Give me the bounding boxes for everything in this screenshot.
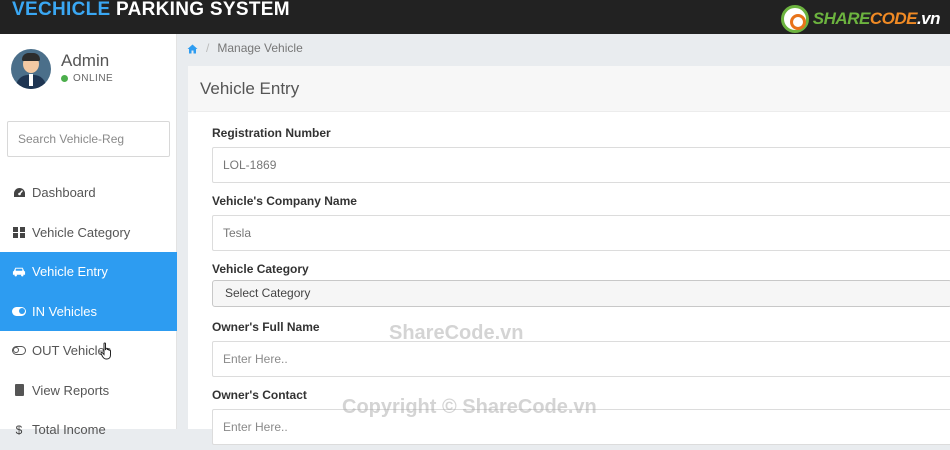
user-status: ONLINE [61, 73, 113, 84]
sidebar-item-label: IN Vehicles [32, 303, 98, 319]
dashboard-icon [12, 186, 26, 200]
registration-group: Registration Number [212, 126, 950, 183]
sidebar-nav: Dashboard Vehicle Category Vehicle Entry… [0, 173, 177, 450]
sidebar-item-label: Dashboard [32, 185, 96, 201]
brand-part2: PARKING SYSTEM [110, 0, 290, 20]
owner-contact-input[interactable] [212, 409, 950, 445]
company-name-input[interactable] [212, 215, 950, 251]
hand-cursor-icon [100, 342, 111, 360]
app-brand[interactable]: VECHICLE PARKING SYSTEM [12, 0, 290, 21]
category-group: Vehicle Category Select Category [212, 262, 950, 307]
sidebar-item-label: View Reports [32, 382, 110, 398]
panel-title: Vehicle Entry [188, 66, 950, 112]
user-name: Admin [61, 51, 110, 70]
contact-group: Owner's Contact [212, 388, 950, 445]
dollar-icon: $ [15, 422, 23, 437]
search-input[interactable] [7, 121, 170, 157]
sidebar-item-dashboard[interactable]: Dashboard [0, 173, 177, 213]
registration-number-input[interactable] [212, 147, 950, 183]
sidebar-item-label: Vehicle Category [32, 224, 131, 240]
sharecode-logo-text: SHARECODE.vn [812, 9, 941, 28]
sidebar-item-view-reports[interactable]: View Reports [0, 371, 177, 411]
toggle-off-icon [12, 344, 26, 358]
top-navbar: VECHICLE PARKING SYSTEM SHARECODE.vn [0, 0, 950, 34]
avatar [11, 49, 51, 89]
user-panel: Admin ONLINE [11, 49, 171, 94]
breadcrumb-separator: / [206, 41, 210, 55]
company-group: Vehicle's Company Name [212, 194, 950, 251]
sidebar-item-label: Total Income [32, 422, 106, 438]
user-status-label: ONLINE [73, 73, 114, 84]
registration-label: Registration Number [212, 126, 331, 140]
breadcrumb: / Manage Vehicle [187, 41, 303, 55]
breadcrumb-current: Manage Vehicle [217, 41, 303, 55]
sidebar-item-total-income[interactable]: $ Total Income [0, 410, 177, 450]
sidebar: Admin ONLINE Dashboard Vehicle Category … [0, 34, 177, 437]
owner-name-input[interactable] [212, 341, 950, 377]
company-label: Vehicle's Company Name [212, 194, 357, 208]
sidebar-item-in-vehicles[interactable]: IN Vehicles [0, 291, 177, 331]
owner-contact-label: Owner's Contact [212, 388, 307, 402]
sidebar-item-out-vehicles[interactable]: OUT Vehicles [0, 331, 177, 371]
owner-name-label: Owner's Full Name [212, 320, 320, 334]
home-icon[interactable] [187, 43, 198, 54]
grid-icon [12, 225, 26, 239]
category-select[interactable]: Select Category [212, 280, 950, 307]
toggle-on-icon [12, 304, 26, 318]
sidebar-item-label: Vehicle Entry [32, 264, 108, 280]
owner-group: Owner's Full Name [212, 320, 950, 377]
sidebar-item-vehicle-category[interactable]: Vehicle Category [0, 213, 177, 253]
sidebar-item-vehicle-entry[interactable]: Vehicle Entry [0, 252, 177, 292]
sharecode-logo-icon [780, 5, 809, 33]
sharecode-logo: SHARECODE.vn [780, 5, 941, 33]
file-icon [12, 383, 26, 397]
category-label: Vehicle Category [212, 262, 309, 276]
online-dot-icon [61, 75, 68, 82]
brand-part1: VECHICLE [12, 0, 111, 20]
car-icon [12, 265, 26, 279]
vehicle-entry-panel: Vehicle Entry Registration Number Vehicl… [188, 66, 950, 445]
